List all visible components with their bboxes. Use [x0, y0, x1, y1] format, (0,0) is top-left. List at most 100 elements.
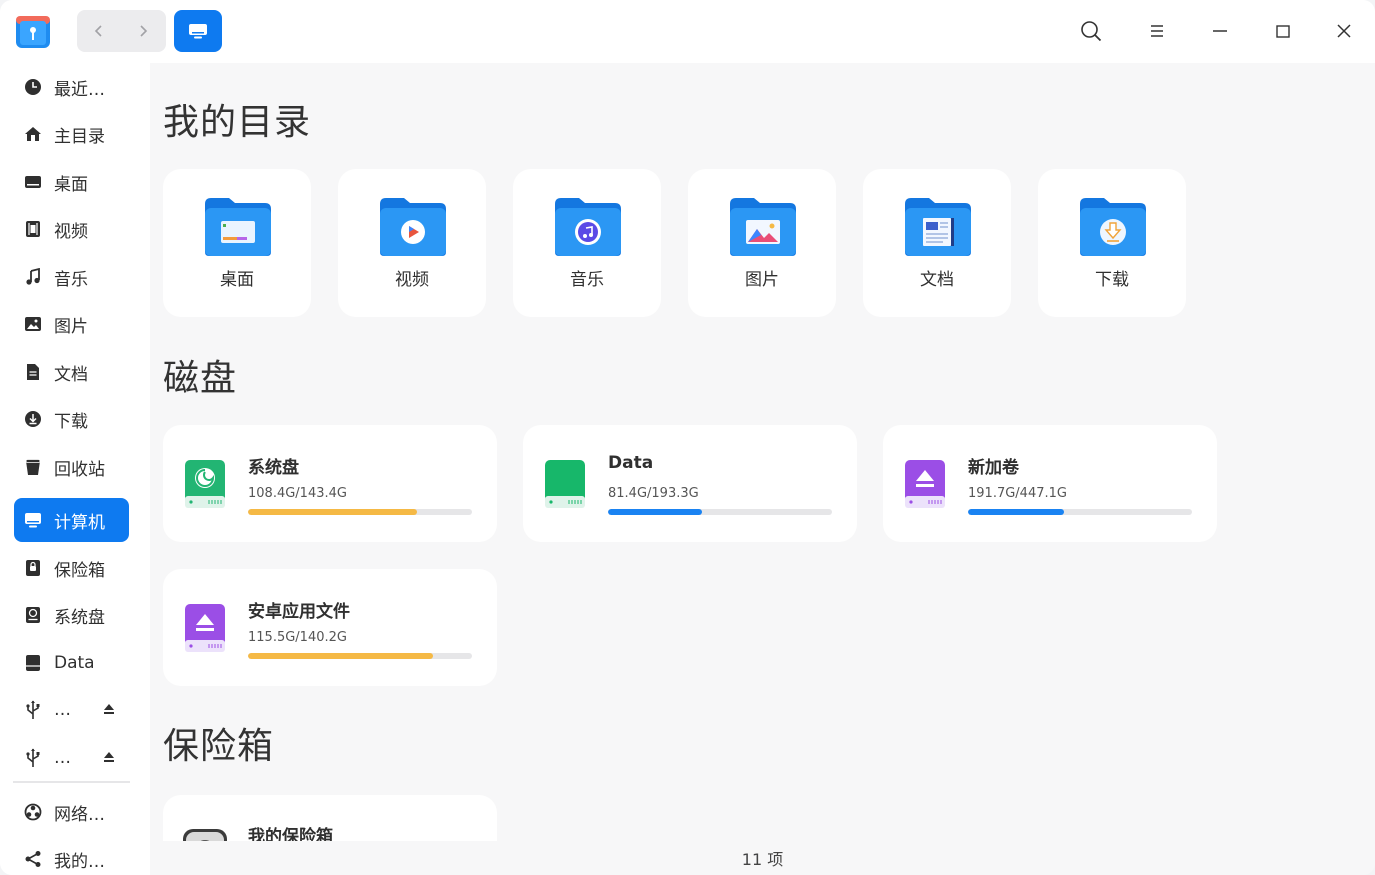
sidebar-item-label: 文档	[54, 364, 88, 385]
sidebar-item-label: 下载	[54, 411, 88, 432]
vault-icon	[23, 558, 43, 578]
item-count: 11 项	[741, 850, 784, 869]
vault-icon	[183, 829, 227, 841]
my-directories-title: 我的目录	[163, 102, 312, 143]
sidebar-item-desktop[interactable]: 桌面	[14, 160, 129, 204]
dir-label: 视频	[395, 270, 429, 290]
sidebar-item-documents[interactable]: 文档	[14, 350, 129, 394]
sidebar: 最近… 主目录 桌面 视频 音乐 图片 文档 下载 回收站 计算机 保险箱 系统…	[0, 63, 150, 875]
sidebar-item-system-disk[interactable]: 系统盘	[14, 593, 129, 637]
vault-title: 保险箱	[163, 726, 275, 767]
removable-disk-icon	[185, 604, 225, 652]
sidebar-item-label: 最近…	[54, 79, 105, 100]
close-button[interactable]	[1329, 16, 1359, 46]
disk-usage-fill	[248, 509, 418, 515]
title-bar	[0, 0, 1375, 63]
disk-name: Data	[608, 453, 654, 473]
disk-card-system[interactable]: 系统盘 108.4G/143.4G	[163, 425, 497, 542]
sidebar-item-label: 计算机	[54, 512, 105, 533]
system-disk-icon	[185, 460, 225, 508]
image-icon	[23, 314, 43, 334]
downloads-folder-icon	[1080, 198, 1146, 256]
main-menu-button[interactable]	[1142, 16, 1172, 46]
vault-card[interactable]: 我的保险箱	[163, 795, 497, 841]
disk-usage-bar	[248, 509, 472, 515]
sidebar-item-computer[interactable]: 计算机	[14, 498, 129, 542]
search-button[interactable]	[1076, 16, 1106, 46]
dir-label: 桌面	[220, 270, 254, 290]
sidebar-item-home[interactable]: 主目录	[14, 112, 129, 156]
dir-card-downloads[interactable]: 下载	[1038, 169, 1186, 317]
file-manager-window: 最近… 主目录 桌面 视频 音乐 图片 文档 下载 回收站 计算机 保险箱 系统…	[0, 0, 1375, 875]
close-icon	[1337, 24, 1351, 38]
sidebar-item-label: …	[54, 700, 71, 720]
sidebar-item-label: …	[54, 748, 71, 768]
sidebar-item-music[interactable]: 音乐	[14, 255, 129, 299]
disk-usage-bar	[248, 653, 472, 659]
chevron-right-icon	[140, 25, 148, 37]
sidebar-item-vault[interactable]: 保险箱	[14, 546, 129, 590]
usb-icon	[23, 748, 43, 768]
disk-card-android-files[interactable]: 安卓应用文件 115.5G/140.2G	[163, 569, 497, 686]
disk-usage-text: 108.4G/143.4G	[248, 486, 347, 501]
usb-icon	[23, 700, 43, 720]
disk-icon	[23, 653, 43, 673]
sidebar-separator	[13, 781, 130, 783]
hamburger-menu-icon	[1151, 25, 1163, 37]
computer-view-button[interactable]	[174, 10, 222, 52]
sidebar-item-usb-2[interactable]: …	[14, 736, 129, 780]
status-bar: 11 项	[150, 841, 1375, 875]
dir-label: 图片	[745, 270, 779, 290]
disk-usage-bar	[608, 509, 832, 515]
disk-usage-text: 191.7G/447.1G	[968, 486, 1067, 501]
dir-card-pictures[interactable]: 图片	[688, 169, 836, 317]
disk-usage-fill	[608, 509, 703, 515]
sidebar-item-trash[interactable]: 回收站	[14, 445, 129, 489]
maximize-icon	[1276, 25, 1290, 38]
sidebar-item-recent[interactable]: 最近…	[14, 65, 129, 109]
computer-icon	[189, 24, 207, 39]
disk-usage-text: 81.4G/193.3G	[608, 486, 699, 501]
data-disk-icon	[545, 460, 585, 508]
desktop-folder-icon	[205, 198, 271, 256]
sidebar-item-label: 桌面	[54, 174, 88, 195]
sidebar-item-label: 系统盘	[54, 607, 105, 628]
sidebar-item-label: 主目录	[54, 126, 105, 147]
sidebar-item-usb-1[interactable]: …	[14, 688, 129, 732]
eject-icon[interactable]	[101, 749, 117, 765]
sidebar-item-pictures[interactable]: 图片	[14, 302, 129, 346]
documents-folder-icon	[905, 198, 971, 256]
disk-name: 系统盘	[248, 458, 299, 478]
desktop-icon	[23, 172, 43, 192]
disk-card-new-volume[interactable]: 新加卷 191.7G/447.1G	[883, 425, 1217, 542]
chevron-left-icon	[94, 25, 102, 37]
disk-usage-fill	[248, 653, 433, 659]
dir-label: 文档	[920, 270, 954, 290]
forward-button[interactable]	[121, 10, 165, 52]
back-button[interactable]	[77, 10, 121, 52]
share-icon	[23, 849, 43, 869]
sidebar-item-label: Data	[54, 653, 95, 673]
music-folder-icon	[555, 198, 621, 256]
sidebar-item-label: 图片	[54, 316, 88, 337]
sidebar-item-my-share[interactable]: 我的…	[14, 837, 129, 875]
disks-title: 磁盘	[163, 358, 238, 399]
sidebar-item-label: 音乐	[54, 269, 88, 290]
dir-card-desktop[interactable]: 桌面	[163, 169, 311, 317]
dir-card-videos[interactable]: 视频	[338, 169, 486, 317]
navigation-group	[77, 10, 166, 52]
sidebar-item-videos[interactable]: 视频	[14, 207, 129, 251]
search-icon	[1081, 21, 1102, 42]
dir-card-music[interactable]: 音乐	[513, 169, 661, 317]
eject-icon[interactable]	[101, 701, 117, 717]
sidebar-item-downloads[interactable]: 下载	[14, 397, 129, 441]
document-icon	[23, 362, 43, 382]
sidebar-item-data[interactable]: Data	[14, 641, 129, 685]
sidebar-item-network[interactable]: 网络…	[14, 790, 129, 834]
maximize-button[interactable]	[1268, 16, 1298, 46]
disk-usage-text: 115.5G/140.2G	[248, 630, 347, 645]
sidebar-item-label: 我的…	[54, 851, 105, 872]
dir-card-documents[interactable]: 文档	[863, 169, 1011, 317]
minimize-button[interactable]	[1205, 16, 1235, 46]
disk-card-data[interactable]: Data 81.4G/193.3G	[523, 425, 857, 542]
